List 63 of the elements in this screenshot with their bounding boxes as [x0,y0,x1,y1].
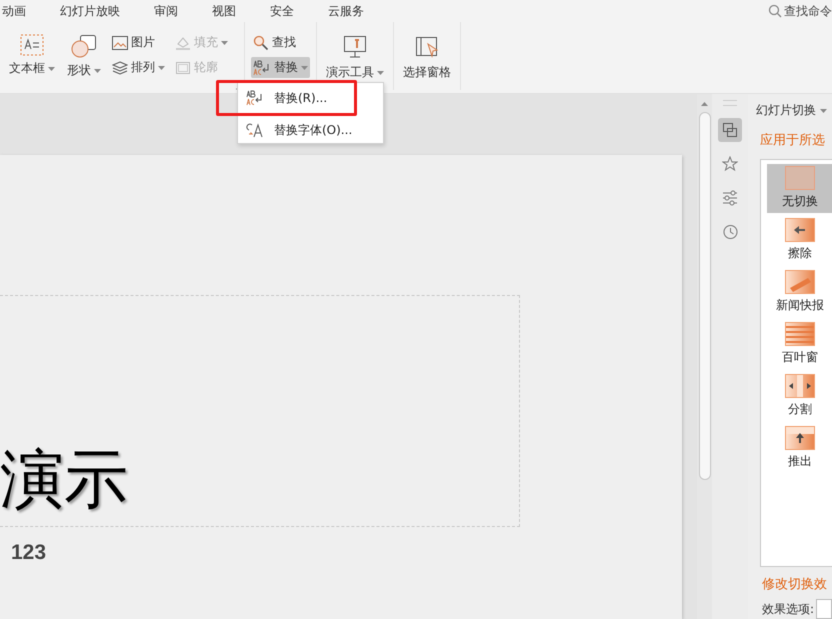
search-icon [253,34,269,50]
menu-tab[interactable]: 动画 [2,2,26,20]
transition-item[interactable]: 推出 [767,424,832,473]
field-label: 效果选项: [762,600,814,618]
menu-item[interactable]: 替换(R)... [238,87,383,109]
slide-subtitle: 123 [11,541,48,565]
search-icon [768,4,782,18]
transition-thumbnail [785,166,815,190]
title-placeholder[interactable]: 演示 [0,295,520,527]
layers-icon [112,60,128,74]
search-command[interactable]: 查找命令 [768,2,832,20]
caret-icon [221,40,228,44]
font-replace-icon [246,122,264,138]
transition-item[interactable]: 新闻快报 [767,268,832,317]
transition-item[interactable]: 擦除 [767,216,832,265]
transition-thumbnail [785,270,815,294]
menu-tab[interactable]: 视图 [212,2,236,20]
text-box-button[interactable]: 文本框 [6,32,58,90]
shapes-icon [71,34,97,58]
image-icon [112,36,128,50]
history-icon [722,224,738,240]
menu-item[interactable]: 替换字体(O)... [238,119,383,141]
shape-button[interactable]: 形状 [64,32,104,90]
caret-icon [158,66,165,70]
scroll-up-icon[interactable] [701,102,708,106]
replace-icon [246,90,264,106]
transition-thumbnail [785,374,815,398]
menu-tab[interactable]: 幻灯片放映 [60,2,120,20]
caret-icon [301,66,308,70]
menu-tab[interactable]: 安全 [270,2,294,20]
replace-button[interactable]: 替换 [251,57,310,78]
picture-button[interactable]: 图片 [110,32,167,53]
find-button[interactable]: 查找 [251,32,310,53]
transition-item[interactable]: 百叶窗 [767,320,832,369]
transition-thumbnail [785,218,815,242]
transition-item[interactable]: 分割 [767,372,832,421]
caret-icon [377,70,384,74]
menu-tab[interactable]: 审阅 [154,2,178,20]
effect-options-field[interactable] [816,599,832,619]
text-box-icon [20,34,44,56]
transition-item[interactable]: 无切换 [767,164,832,213]
outline-icon [175,60,191,74]
selection-pane-button[interactable]: 选择窗格 [400,32,454,90]
slide-title: 演示 [0,448,128,512]
panel-title[interactable]: 幻灯片切换 [756,102,816,119]
fill-icon [175,36,191,50]
section-heading: 修改切换效 [761,576,828,593]
transition-thumbnail [785,426,815,450]
sliders-icon [722,190,738,206]
star-icon [722,156,738,172]
caret-icon [820,108,827,112]
selection-pane-icon [414,34,440,60]
arrange-button[interactable]: 排列 [110,57,167,78]
slides-icon [722,122,738,138]
caret-icon [48,66,55,70]
scrollbar-thumb[interactable] [698,112,710,480]
transition-thumbnail [785,322,815,346]
replace-icon [253,60,271,76]
monitor-icon [342,34,368,60]
menu-tab[interactable]: 云服务 [328,2,364,20]
caret-icon [94,68,101,72]
side-tab[interactable] [718,118,742,142]
presentation-tools-button[interactable]: 演示工具 [323,32,387,90]
